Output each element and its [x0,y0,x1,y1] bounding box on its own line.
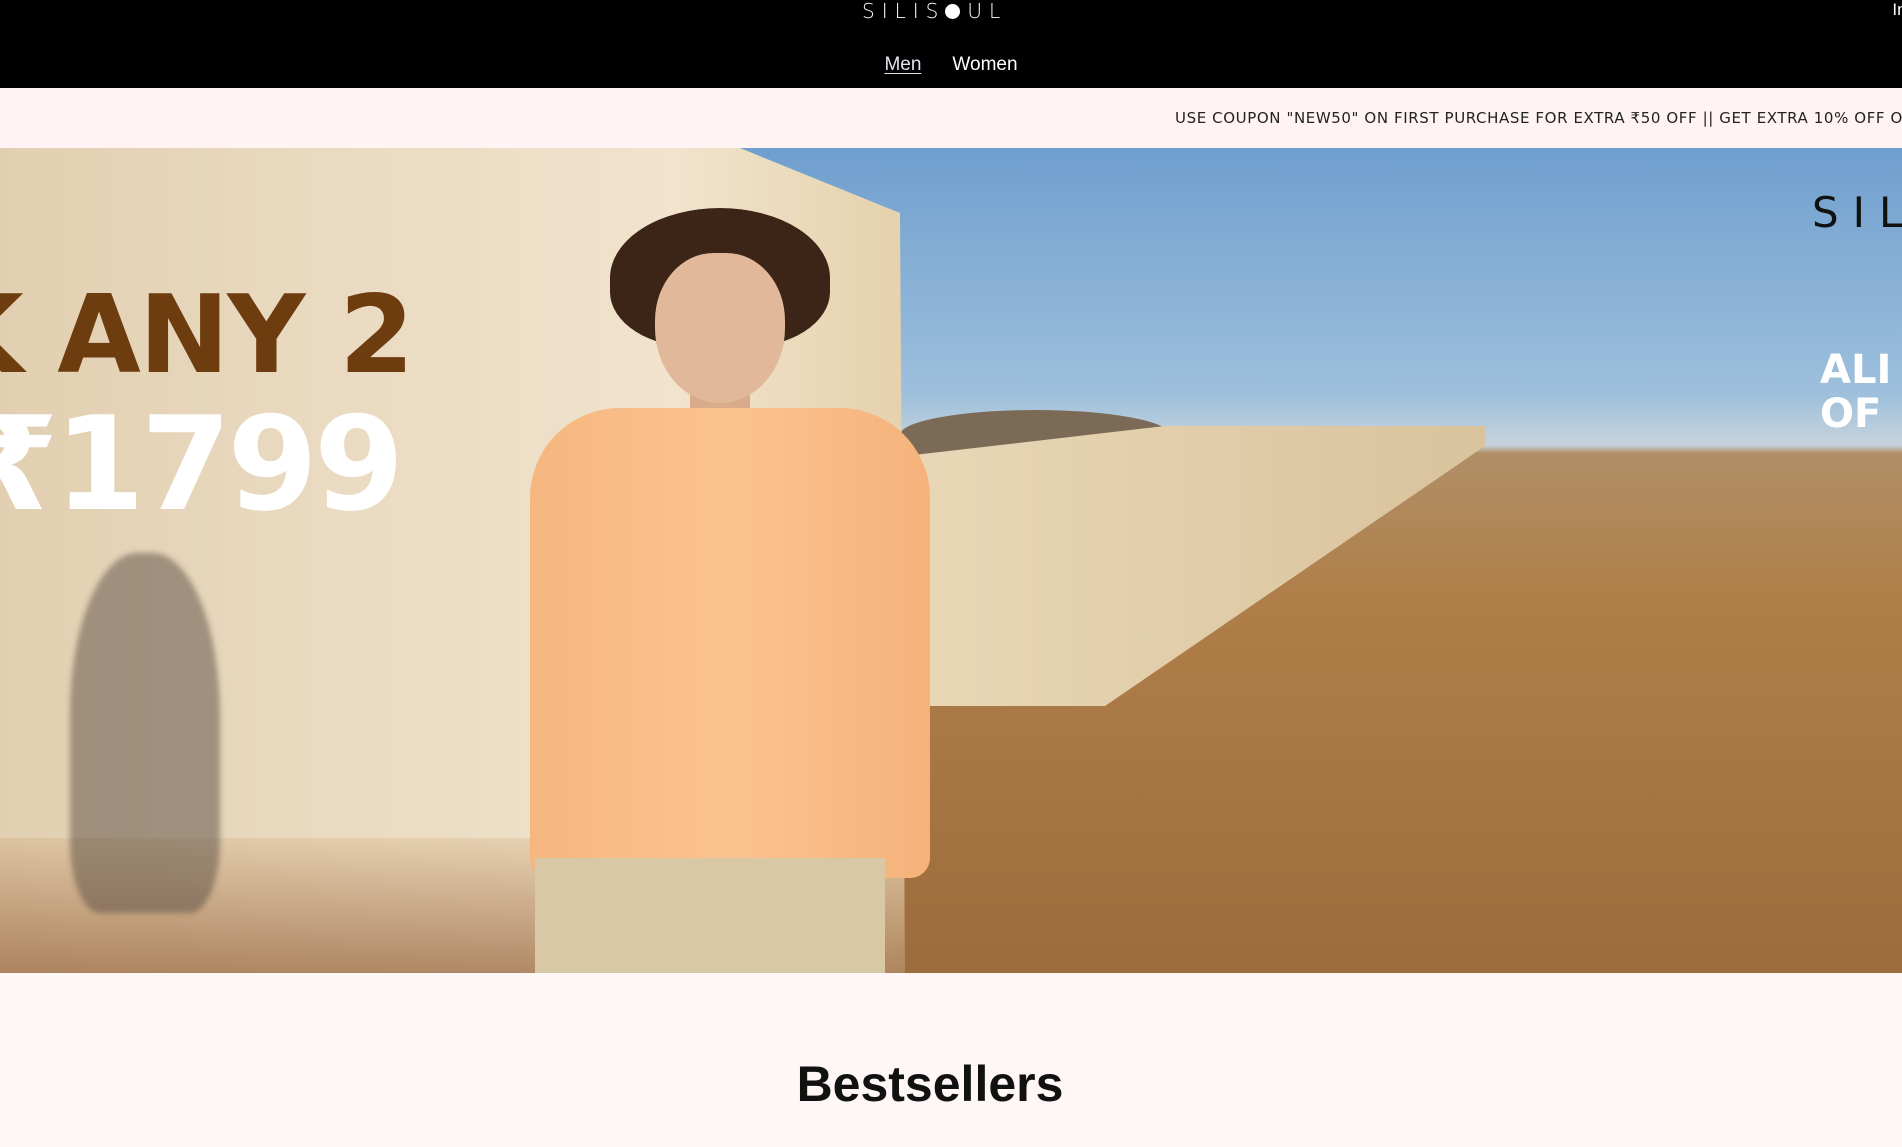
hero-price: ₹1799 [0,388,404,540]
hero-brand-text: SIL [1812,188,1902,237]
model-shirt [530,408,930,878]
hero-side-line-1: ALI [1820,347,1892,393]
hero-shadow [70,553,220,913]
main-nav: Men Women [0,54,1902,76]
announcement-bar: USE COUPON "NEW50" ON FIRST PURCHASE FOR… [0,88,1902,148]
model-pants [535,858,885,973]
logo-dot-icon [945,3,961,19]
site-header: SILIS UL Ind Men Women [0,0,1902,88]
model-face [655,253,785,403]
nav-item-women[interactable]: Women [952,54,1017,76]
bestsellers-title: Bestsellers [796,1056,1064,1112]
hero-side-line-2: OF [1820,391,1882,437]
logo-text-left: SILIS [862,0,946,23]
hero-side-text: ALI OF [1820,348,1891,436]
brand-logo[interactable]: SILIS UL [862,0,1008,23]
hero-banner[interactable]: K ANY 2 ₹1799 SIL ALI OF [0,148,1902,973]
hero-model-image [450,208,990,973]
logo-text-right: UL [967,0,1008,23]
hero-headline: K ANY 2 [0,273,414,398]
nav-item-men[interactable]: Men [884,54,921,76]
region-selector[interactable]: Ind [1892,0,1902,20]
announcement-text: USE COUPON "NEW50" ON FIRST PURCHASE FOR… [1175,109,1902,127]
